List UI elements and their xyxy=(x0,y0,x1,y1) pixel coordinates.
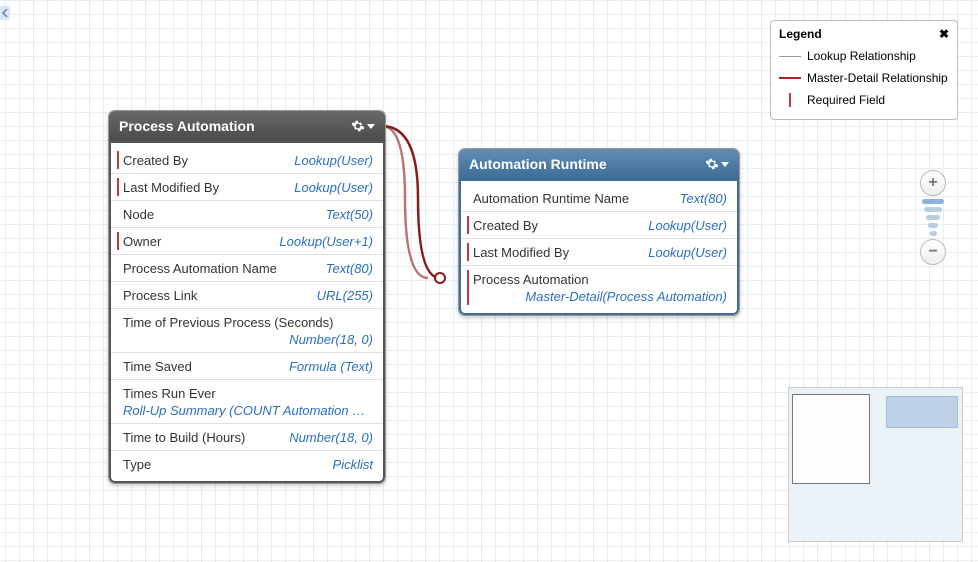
field-name: Process Automation xyxy=(473,272,589,287)
minimap-viewport[interactable] xyxy=(792,394,870,484)
entity-menu-button[interactable] xyxy=(705,157,729,171)
legend-row-master-detail: Master-Detail Relationship xyxy=(779,67,949,89)
field-row[interactable]: Time to Build (Hours) Number(18, 0) xyxy=(111,423,383,450)
legend-row-required: Required Field xyxy=(779,89,949,111)
zoom-step[interactable] xyxy=(922,199,944,204)
entity-title: Process Automation xyxy=(119,118,255,134)
legend-label: Required Field xyxy=(807,93,885,107)
field-row[interactable]: Owner Lookup(User+1) xyxy=(111,227,383,254)
field-type: Text(80) xyxy=(680,191,727,206)
caret-down-icon xyxy=(721,162,729,167)
field-name: Node xyxy=(123,207,154,222)
field-row[interactable]: Node Text(50) xyxy=(111,200,383,227)
field-name: Time to Build (Hours) xyxy=(123,430,245,445)
legend-label: Lookup Relationship xyxy=(807,49,916,63)
field-name: Automation Runtime Name xyxy=(473,191,629,206)
field-type: Number(18, 0) xyxy=(123,332,373,347)
field-type: Picklist xyxy=(333,457,373,472)
required-indicator xyxy=(467,270,469,305)
entity-automation-runtime[interactable]: Automation Runtime Automation Runtime Na… xyxy=(458,148,740,316)
field-name: Created By xyxy=(473,218,538,233)
plus-icon: + xyxy=(928,174,937,192)
field-name: Time of Previous Process (Seconds) xyxy=(123,315,333,330)
field-type: Lookup(User) xyxy=(648,218,727,233)
legend-title: Legend xyxy=(779,27,822,41)
field-name: Last Modified By xyxy=(473,245,569,260)
gear-icon xyxy=(705,157,719,171)
field-row[interactable]: Times Run Ever Roll-Up Summary (COUNT Aut… xyxy=(111,379,383,423)
field-type: Number(18, 0) xyxy=(289,430,373,445)
field-row[interactable]: Created By Lookup(User) xyxy=(111,147,383,173)
master-detail-line-icon xyxy=(779,77,801,79)
field-type: Formula (Text) xyxy=(289,359,373,374)
field-type: URL(255) xyxy=(317,288,373,303)
zoom-in-button[interactable]: + xyxy=(920,170,946,196)
field-type: Roll-Up Summary (COUNT Automation Runtim… xyxy=(123,403,373,418)
gear-icon xyxy=(351,119,365,133)
minus-icon: − xyxy=(928,243,937,261)
zoom-controls: + − xyxy=(918,170,948,265)
entity-menu-button[interactable] xyxy=(351,119,375,133)
field-type: Lookup(User+1) xyxy=(279,234,373,249)
field-name: Process Link xyxy=(123,288,197,303)
required-indicator xyxy=(117,232,119,250)
caret-down-icon xyxy=(367,124,375,129)
entity-fields: Created By Lookup(User) Last Modified By Lo… xyxy=(109,141,385,483)
field-row[interactable]: Created By Lookup(User) xyxy=(461,211,737,238)
field-row[interactable]: Process Automation Name Text(80) xyxy=(111,254,383,281)
required-indicator xyxy=(467,216,469,234)
required-indicator xyxy=(467,243,469,261)
field-type: Text(50) xyxy=(326,207,373,222)
relationship-connector xyxy=(380,118,470,288)
field-row[interactable]: Last Modified By Lookup(User) xyxy=(111,173,383,200)
zoom-out-button[interactable]: − xyxy=(920,239,946,265)
field-name: Process Automation Name xyxy=(123,261,277,276)
entity-header[interactable]: Process Automation xyxy=(109,111,385,141)
entity-fields: Automation Runtime Name Text(80) Created B… xyxy=(459,179,739,315)
field-row[interactable]: Process Link URL(255) xyxy=(111,281,383,308)
required-indicator xyxy=(117,178,119,196)
zoom-step[interactable] xyxy=(926,215,940,220)
field-row[interactable]: Automation Runtime Name Text(80) xyxy=(461,185,737,211)
field-name: Created By xyxy=(123,153,188,168)
legend-label: Master-Detail Relationship xyxy=(807,71,948,85)
legend-panel: Legend ✖ Lookup Relationship Master-Deta… xyxy=(770,20,958,120)
legend-row-lookup: Lookup Relationship xyxy=(779,45,949,67)
zoom-step[interactable] xyxy=(928,223,938,228)
field-row[interactable]: Type Picklist xyxy=(111,450,383,477)
entity-header[interactable]: Automation Runtime xyxy=(459,149,739,179)
required-mark-icon xyxy=(789,93,791,107)
required-indicator xyxy=(117,151,119,169)
field-name: Type xyxy=(123,457,151,472)
zoom-step[interactable] xyxy=(924,207,942,212)
field-type: Lookup(User) xyxy=(294,153,373,168)
field-name: Times Run Ever xyxy=(123,386,216,401)
field-name: Owner xyxy=(123,234,161,249)
field-row[interactable]: Time of Previous Process (Seconds) Number… xyxy=(111,308,383,352)
field-row[interactable]: Last Modified By Lookup(User) xyxy=(461,238,737,265)
field-row[interactable]: Time Saved Formula (Text) xyxy=(111,352,383,379)
legend-close-icon[interactable]: ✖ xyxy=(939,27,949,41)
entity-process-automation[interactable]: Process Automation Created By Lookup(User… xyxy=(108,110,386,484)
field-name: Last Modified By xyxy=(123,180,219,195)
field-type: Text(80) xyxy=(326,261,373,276)
entity-title: Automation Runtime xyxy=(469,156,607,172)
collapse-panel-handle[interactable] xyxy=(0,6,10,20)
field-type: Lookup(User) xyxy=(294,180,373,195)
field-name: Time Saved xyxy=(123,359,192,374)
field-type: Lookup(User) xyxy=(648,245,727,260)
zoom-step[interactable] xyxy=(930,231,937,236)
field-row[interactable]: Process Automation Master-Detail(Process … xyxy=(461,265,737,309)
lookup-line-icon xyxy=(779,56,801,57)
field-type: Master-Detail(Process Automation) xyxy=(473,289,727,304)
minimap[interactable] xyxy=(788,387,963,542)
minimap-object xyxy=(886,396,958,428)
